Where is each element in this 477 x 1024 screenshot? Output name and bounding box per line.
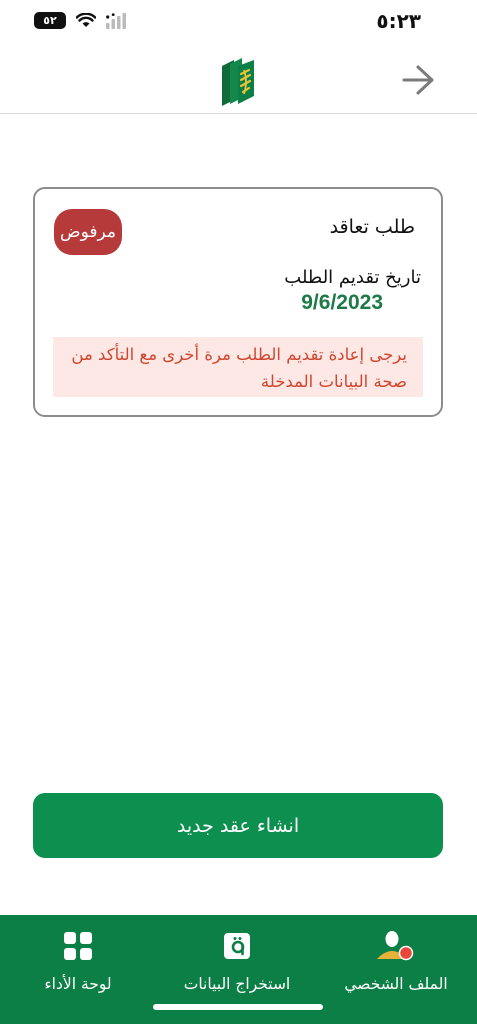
create-new-contract-button[interactable]: انشاء عقد جديد: [33, 793, 443, 858]
battery-icon: ٥٢: [34, 12, 66, 29]
nav-item-dashboard[interactable]: لوحة الأداء: [3, 929, 153, 1001]
nav-label-profile: الملف الشخصي: [344, 975, 448, 993]
nav-item-extract-data[interactable]: استخراج البيانات: [162, 929, 312, 1001]
cellular-signal-icon: [106, 12, 128, 29]
bottom-nav: الملف الشخصي استخراج البيانات لوحة الأدا…: [0, 915, 477, 1024]
extract-data-icon: [223, 929, 251, 963]
nav-item-profile[interactable]: الملف الشخصي: [321, 929, 471, 1001]
battery-level: ٥٢: [43, 14, 57, 27]
submission-date-label: تاريخ تقديم الطلب: [284, 267, 421, 288]
submission-date-value: 9/6/2023: [301, 291, 383, 314]
status-badge: مرفوض: [54, 209, 122, 255]
contract-request-card[interactable]: طلب تعاقد مرفوض تاريخ تقديم الطلب 9/6/20…: [33, 187, 443, 417]
status-time: ٥:٢٣: [376, 9, 421, 33]
wifi-icon: [76, 12, 96, 29]
back-arrow-icon[interactable]: [398, 62, 438, 98]
nav-label-dashboard: لوحة الأداء: [44, 975, 112, 993]
dashboard-grid-icon: [64, 929, 92, 963]
profile-icon: [374, 929, 418, 963]
nav-label-extract-data: استخراج البيانات: [183, 975, 291, 993]
bank-logo-icon: [218, 56, 258, 108]
card-title: طلب تعاقد: [329, 216, 415, 238]
status-icons: ٥٢: [34, 12, 128, 29]
app-header: [0, 48, 477, 114]
home-indicator[interactable]: [153, 1004, 323, 1010]
rejection-notice: يرجى إعادة تقديم الطلب مرة أخرى مع التأك…: [53, 337, 423, 397]
status-bar: ٥٢ ٥:٢٣: [0, 0, 477, 44]
